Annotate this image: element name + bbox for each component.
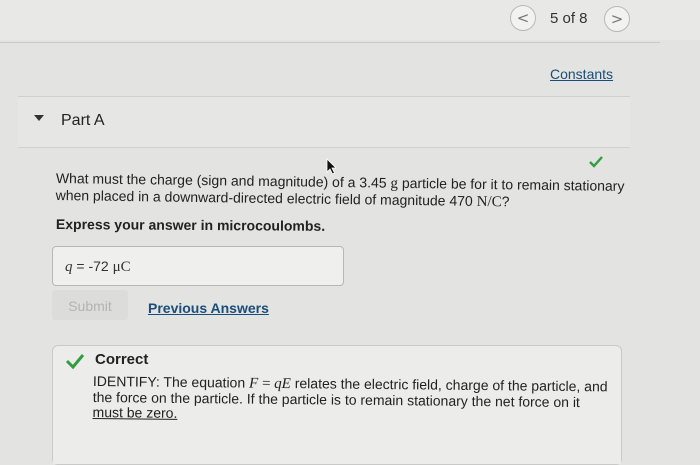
chevron-right-icon[interactable]: > bbox=[604, 6, 630, 32]
feedback-panel: Correct IDENTIFY: The equation F = qE re… bbox=[52, 345, 622, 465]
feedback-text: IDENTIFY: The equation F = qE relates th… bbox=[92, 373, 613, 425]
feedback-status: Correct bbox=[95, 351, 149, 368]
vector-E: E bbox=[281, 375, 291, 393]
part-title: Part A bbox=[61, 112, 105, 129]
answer-instruction: Express your answer in microcoulombs. bbox=[55, 216, 326, 234]
answer-unit: μC bbox=[112, 259, 131, 275]
triangle-down-icon[interactable] bbox=[34, 115, 44, 121]
submit-button[interactable]: Submit bbox=[52, 290, 128, 320]
question-text: What must the charge (sign and magnitude… bbox=[56, 170, 626, 212]
answer-value: q = -72 μC bbox=[65, 258, 131, 276]
page-counter: 5 of 8 bbox=[550, 10, 588, 27]
field-unit: N/C bbox=[476, 193, 502, 211]
feedback-text-start: IDENTIFY: The equation bbox=[92, 373, 250, 391]
feedback-fade bbox=[53, 430, 621, 464]
checkmark-icon bbox=[65, 354, 85, 370]
chevron-left-icon[interactable]: < bbox=[510, 5, 536, 31]
answer-variable: q bbox=[65, 259, 73, 275]
constants-link[interactable]: Constants bbox=[550, 66, 613, 82]
equation-equals: = bbox=[258, 375, 275, 392]
answer-box[interactable]: q = -72 μC bbox=[52, 246, 344, 286]
answer-number: -72 bbox=[88, 258, 109, 274]
charge-q: q bbox=[274, 375, 282, 392]
part-header[interactable]: Part A bbox=[18, 96, 630, 148]
answer-equals: = bbox=[76, 258, 85, 274]
checkmark-icon bbox=[589, 156, 603, 168]
feedback-emphasis: must be zero. bbox=[92, 403, 178, 421]
previous-answers-link[interactable]: Previous Answers bbox=[148, 300, 269, 316]
question-end: ? bbox=[501, 193, 510, 210]
top-nav-bar: < 5 of 8 > bbox=[0, 0, 700, 40]
top-divider bbox=[0, 42, 660, 43]
